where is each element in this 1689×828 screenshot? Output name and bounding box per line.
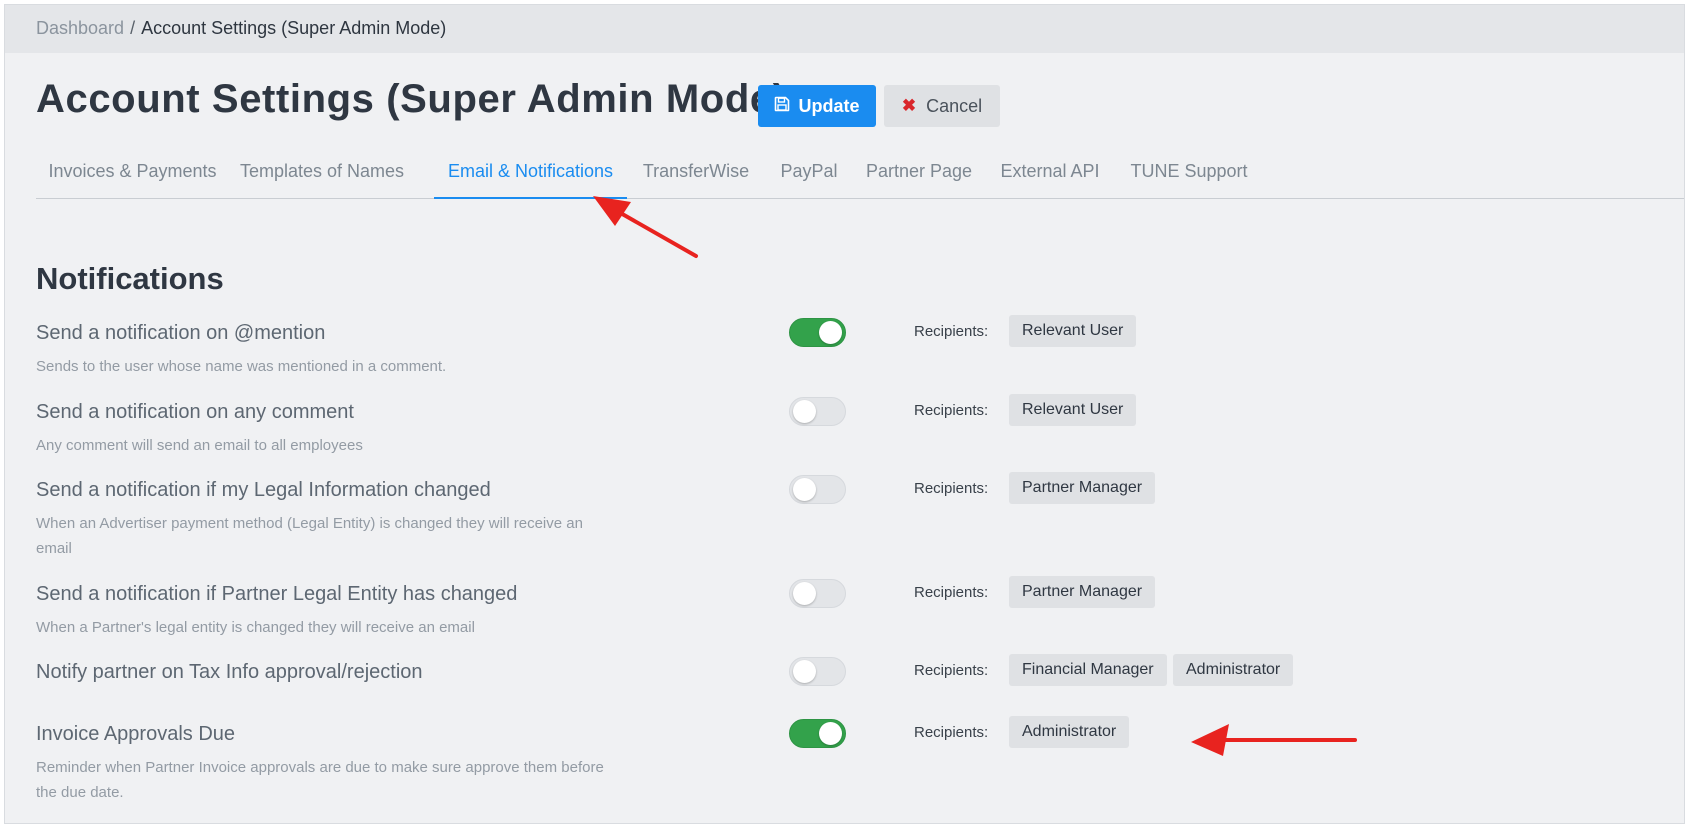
recipient-chip[interactable]: Administrator <box>1173 654 1294 686</box>
notification-toggle[interactable] <box>789 657 846 686</box>
tab-invoices-payments[interactable]: Invoices & Payments <box>36 153 229 199</box>
recipient-chip[interactable]: Administrator <box>1009 716 1130 748</box>
recipients-label: Recipients: <box>914 724 989 741</box>
app-window: Dashboard / Account Settings (Super Admin … <box>4 4 1685 824</box>
breadcrumb-current: Account Settings (Super Admin Mode) <box>141 18 447 38</box>
notifications-heading: Notifications <box>36 261 224 296</box>
tab-partner-page[interactable]: Partner Page <box>858 153 980 199</box>
notification-description: When a Partner's legal entity is changed… <box>36 619 475 636</box>
toggle-knob <box>793 582 816 605</box>
recipient-chip[interactable]: Financial Manager <box>1009 654 1167 686</box>
tab-external-api[interactable]: External API <box>990 153 1110 199</box>
recipient-chip[interactable]: Relevant User <box>1009 394 1137 426</box>
update-button[interactable]: Update <box>758 85 876 127</box>
breadcrumb-separator: / <box>130 18 136 38</box>
recipients-label: Recipients: <box>914 662 989 679</box>
breadcrumb: Dashboard / Account Settings (Super Admin … <box>5 5 1684 53</box>
breadcrumb-dashboard-link[interactable]: Dashboard <box>36 18 124 38</box>
toggle-knob <box>793 478 816 501</box>
toggle-knob <box>819 722 842 745</box>
cancel-button-label: Cancel <box>926 95 983 116</box>
settings-tabs: Invoices & Payments Templates of Names E… <box>36 153 1684 199</box>
recipient-chip[interactable]: Relevant User <box>1009 315 1137 347</box>
notification-toggle[interactable] <box>789 579 846 608</box>
notification-title: Send a notification on any comment <box>36 401 354 423</box>
tab-tune-support[interactable]: TUNE Support <box>1119 153 1259 199</box>
toggle-knob <box>793 660 816 683</box>
notification-description: Reminder when Partner Invoice approvals … <box>36 759 604 801</box>
page-title: Account Settings (Super Admin Mode) <box>36 77 787 121</box>
notification-description: Any comment will send an email to all em… <box>36 437 363 454</box>
notification-description: When an Advertiser payment method (Legal… <box>36 515 583 557</box>
annotation-arrow-tabs <box>593 196 698 258</box>
notification-description: Sends to the user whose name was mention… <box>36 358 447 375</box>
recipient-chip[interactable]: Partner Manager <box>1009 576 1156 608</box>
notification-toggle[interactable] <box>789 397 846 426</box>
update-button-label: Update <box>798 95 860 116</box>
recipients-label: Recipients: <box>914 402 989 419</box>
recipients-label: Recipients: <box>914 480 989 497</box>
tab-templates-of-names[interactable]: Templates of Names <box>229 153 415 199</box>
floppy-disk-icon <box>774 96 790 117</box>
annotation-arrow-invoice-approvals <box>1191 724 1357 756</box>
toggle-knob <box>819 321 842 344</box>
cancel-button[interactable]: ✖ Cancel <box>884 85 1000 127</box>
notification-toggle[interactable] <box>789 318 846 347</box>
tab-paypal[interactable]: PayPal <box>769 153 849 199</box>
recipients-label: Recipients: <box>914 584 989 601</box>
notification-title: Notify partner on Tax Info approval/reje… <box>36 661 423 683</box>
x-mark-icon: ✖ <box>901 96 917 115</box>
recipients-label: Recipients: <box>914 323 989 340</box>
notification-title: Invoice Approvals Due <box>36 723 236 745</box>
recipient-chip[interactable]: Partner Manager <box>1009 472 1156 504</box>
toggle-knob <box>793 400 816 423</box>
notification-title: Send a notification on @mention <box>36 322 326 344</box>
notification-title: Send a notification if Partner Legal Ent… <box>36 583 518 605</box>
notification-title: Send a notification if my Legal Informat… <box>36 479 491 501</box>
notification-toggle[interactable] <box>789 719 846 748</box>
notification-toggle[interactable] <box>789 475 846 504</box>
